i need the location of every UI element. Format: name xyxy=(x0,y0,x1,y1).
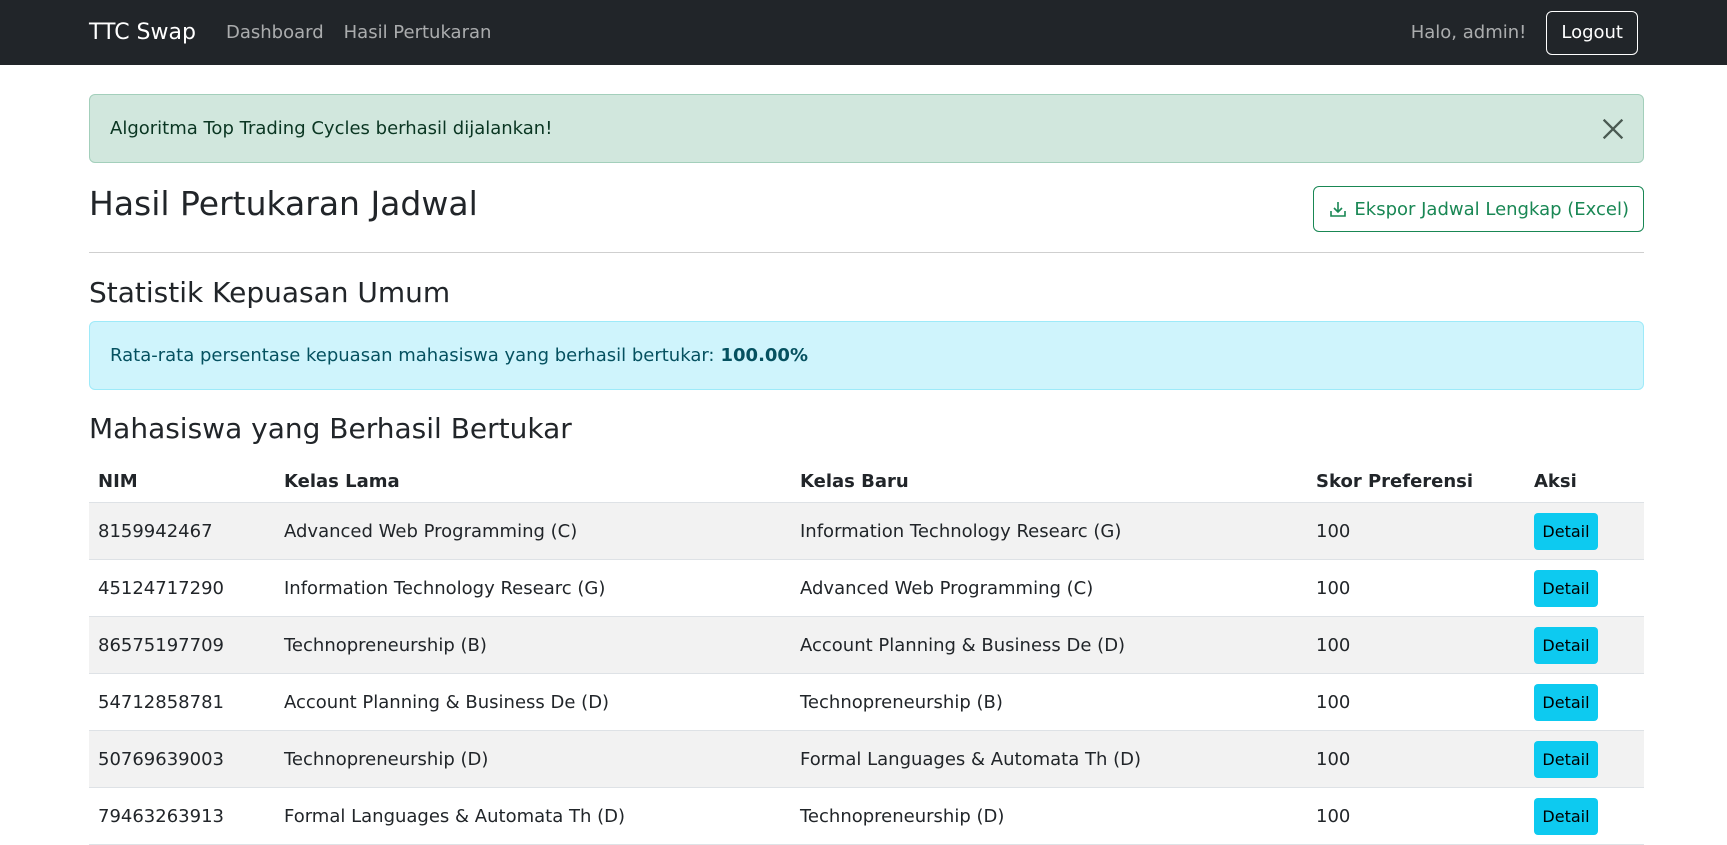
table-row: 79463263913 Formal Languages & Automata … xyxy=(89,787,1644,845)
table-title: Mahasiswa yang Berhasil Bertukar xyxy=(89,412,572,445)
nav-right: Halo, admin! Logout xyxy=(1410,10,1638,55)
table-row: 86575197709 Technopreneurship (B) Accoun… xyxy=(89,616,1644,674)
cell-nim: 8159942467 xyxy=(89,502,275,560)
success-alert-message: Algoritma Top Trading Cycles berhasil di… xyxy=(110,118,553,139)
cell-kelas-baru: Account Planning & Business De (D) xyxy=(791,616,1307,674)
cell-kelas-lama: Formal Languages & Automata Th (D) xyxy=(275,787,791,845)
export-label: Ekspor Jadwal Lengkap (Excel) xyxy=(1354,198,1629,220)
detail-button[interactable]: Detail xyxy=(1534,626,1598,664)
header-aksi: Aksi xyxy=(1525,459,1644,503)
cell-nim: 45124717290 xyxy=(89,559,275,617)
header-skor: Skor Preferensi xyxy=(1307,459,1525,503)
cell-kelas-lama: Technopreneurship (B) xyxy=(275,616,791,674)
cell-nim: 50769639003 xyxy=(89,730,275,788)
header-kelas-lama: Kelas Lama xyxy=(275,459,791,503)
download-icon xyxy=(1330,202,1347,217)
close-icon[interactable] xyxy=(1599,115,1627,143)
cell-aksi: Detail xyxy=(1525,730,1644,788)
cell-skor: 100 xyxy=(1307,502,1525,560)
cell-kelas-baru: Formal Languages & Automata Th (D) xyxy=(791,730,1307,788)
nav-link-dashboard[interactable]: Dashboard xyxy=(226,22,324,43)
nav-link-hasil-pertukaran[interactable]: Hasil Pertukaran xyxy=(344,22,492,43)
cell-aksi: Detail xyxy=(1525,616,1644,674)
cell-nim: 54712858781 xyxy=(89,673,275,731)
navbar: TTC Swap Dashboard Hasil Pertukaran Halo… xyxy=(0,0,1727,65)
table-row: 50769639003 Technopreneurship (D) Formal… xyxy=(89,730,1644,788)
cell-nim: 86575197709 xyxy=(89,616,275,674)
cell-kelas-baru: Advanced Web Programming (C) xyxy=(791,559,1307,617)
detail-button[interactable]: Detail xyxy=(1534,683,1598,721)
cell-aksi: Detail xyxy=(1525,559,1644,617)
detail-button[interactable]: Detail xyxy=(1534,740,1598,778)
cell-kelas-baru: Technopreneurship (D) xyxy=(791,787,1307,845)
cell-aksi: Detail xyxy=(1525,502,1644,560)
brand-logo[interactable]: TTC Swap xyxy=(89,20,196,45)
cell-skor: 100 xyxy=(1307,730,1525,788)
cell-aksi: Detail xyxy=(1525,787,1644,845)
header-kelas-baru: Kelas Baru xyxy=(791,459,1307,503)
cell-skor: 100 xyxy=(1307,616,1525,674)
table-header-row: NIM Kelas Lama Kelas Baru Skor Preferens… xyxy=(89,459,1644,503)
cell-nim: 79463263913 xyxy=(89,787,275,845)
detail-button[interactable]: Detail xyxy=(1534,512,1598,550)
table-row: 54712858781 Account Planning & Business … xyxy=(89,673,1644,731)
stats-text: Rata-rata persentase kepuasan mahasiswa … xyxy=(110,345,715,366)
success-alert: Algoritma Top Trading Cycles berhasil di… xyxy=(89,94,1644,163)
cell-kelas-baru: Information Technology Researc (G) xyxy=(791,502,1307,560)
cell-skor: 100 xyxy=(1307,673,1525,731)
logout-button[interactable]: Logout xyxy=(1546,10,1638,55)
detail-button[interactable]: Detail xyxy=(1534,797,1598,835)
table-row: 45124717290 Information Technology Resea… xyxy=(89,559,1644,617)
stats-title: Statistik Kepuasan Umum xyxy=(89,276,451,309)
export-excel-button[interactable]: Ekspor Jadwal Lengkap (Excel) xyxy=(1313,186,1644,232)
header-nim: NIM xyxy=(89,459,275,503)
page-header: Hasil Pertukaran Jadwal Ekspor Jadwal Le… xyxy=(89,184,1644,253)
page-title: Hasil Pertukaran Jadwal xyxy=(89,184,478,223)
swap-results-table: NIM Kelas Lama Kelas Baru Skor Preferens… xyxy=(89,459,1644,845)
cell-kelas-lama: Advanced Web Programming (C) xyxy=(275,502,791,560)
main-container: Algoritma Top Trading Cycles berhasil di… xyxy=(89,94,1644,845)
cell-kelas-lama: Information Technology Researc (G) xyxy=(275,559,791,617)
cell-kelas-baru: Technopreneurship (B) xyxy=(791,673,1307,731)
greeting-text: Halo, admin! xyxy=(1410,22,1527,43)
cell-skor: 100 xyxy=(1307,787,1525,845)
cell-kelas-lama: Technopreneurship (D) xyxy=(275,730,791,788)
stats-value: 100.00% xyxy=(720,345,809,366)
cell-kelas-lama: Account Planning & Business De (D) xyxy=(275,673,791,731)
table-row: 8159942467 Advanced Web Programming (C) … xyxy=(89,502,1644,560)
stats-alert: Rata-rata persentase kepuasan mahasiswa … xyxy=(89,321,1644,390)
cell-aksi: Detail xyxy=(1525,673,1644,731)
detail-button[interactable]: Detail xyxy=(1534,569,1598,607)
cell-skor: 100 xyxy=(1307,559,1525,617)
